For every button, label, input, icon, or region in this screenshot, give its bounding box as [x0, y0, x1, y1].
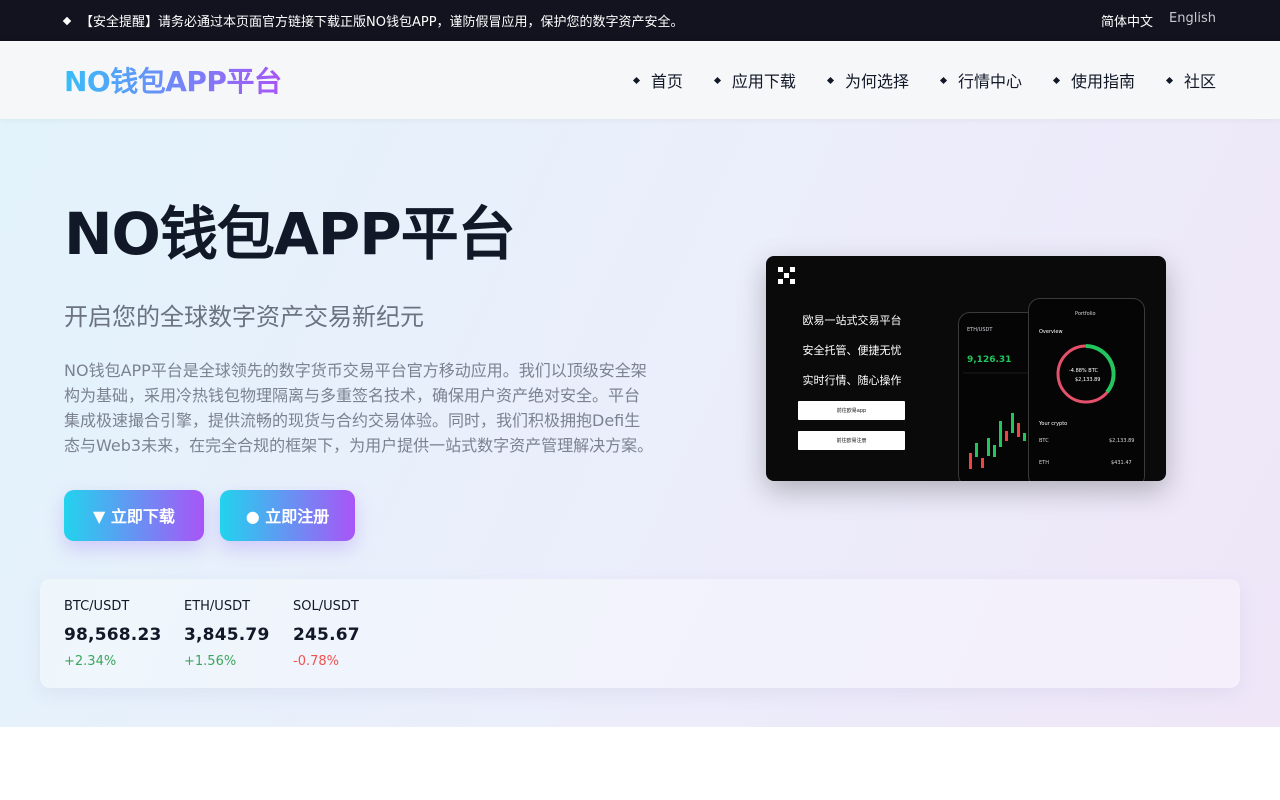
ticker-price: 98,568.23 [64, 625, 162, 645]
promo-register-button: 前往欧易注册 [798, 431, 905, 450]
hero-description: NO钱包APP平台是全球领先的数字货币交易平台官方移动应用。我们以顶级安全架构为… [64, 360, 654, 455]
phone-eth-value: $431.47 [1111, 460, 1132, 466]
diamond-icon [1052, 76, 1061, 84]
app-promo-image: 欧易一站式交易平台 安全托管、便捷无忧 实时行情、随心操作 前往欧易app 前往… [766, 256, 1166, 481]
phone-btc-label: BTC [1039, 438, 1049, 444]
nav-item-label: 行情中心 [957, 72, 1022, 91]
ticker-change: +1.56% [184, 654, 237, 669]
diamond-icon [62, 16, 72, 25]
hero-content: NO钱包APP平台 开启您的全球数字资产交易新纪元 NO钱包APP平台是全球领先… [64, 200, 654, 541]
nav-item-why[interactable]: 为何选择 [826, 68, 909, 92]
market-ticker: BTC/USDT 98,568.23 +2.34% ETH/USDT 3,845… [40, 579, 1240, 688]
hero-actions: ▼ 立即下载 ● 立即注册 [64, 489, 654, 541]
security-notice-text: 【安全提醒】请务必通过本页面官方链接下载正版NO钱包APP，谨防假冒应用，保护您… [80, 15, 684, 30]
phone-total-value: $2,133.89 [1075, 377, 1101, 383]
hero-subtitle: 开启您的全球数字资产交易新纪元 [64, 302, 424, 331]
promo-line: 安全托管、便捷无忧 [802, 344, 902, 357]
ticker-pair: SOL/USDT [293, 599, 359, 614]
ticker-item-sol[interactable]: SOL/USDT 245.67 -0.78% [293, 599, 360, 669]
lang-en-link[interactable]: English [1169, 11, 1216, 30]
phone-eth-label: ETH [1039, 460, 1049, 466]
diamond-icon [939, 76, 947, 84]
nav-item-market[interactable]: 行情中心 [939, 68, 1022, 92]
nav-item-label: 使用指南 [1070, 72, 1135, 91]
site-logo[interactable]: NO钱包APP平台 [64, 60, 282, 100]
hero-title: NO钱包APP平台 [64, 200, 516, 268]
download-button[interactable]: ▼ 立即下载 [64, 489, 204, 541]
nav-item-download[interactable]: 应用下载 [713, 68, 796, 92]
site-header: NO钱包APP平台 首页 应用下载 为何选择 行情中心 使用指南 社区 [0, 41, 1280, 119]
ticker-price: 245.67 [293, 625, 360, 645]
phone-btc-value: $2,133.89 [1109, 438, 1135, 444]
ticker-change: +2.34% [64, 654, 117, 669]
diamond-icon [713, 76, 721, 84]
lang-zh-link[interactable]: 简体中文 [1101, 11, 1153, 30]
security-notice: 【安全提醒】请务必通过本页面官方链接下载正版NO钱包APP，谨防假冒应用，保护您… [62, 11, 684, 30]
nav-item-label: 应用下载 [731, 72, 796, 91]
nav-item-home[interactable]: 首页 [632, 68, 683, 92]
ticker-item-btc[interactable]: BTC/USDT 98,568.23 +2.34% [64, 599, 162, 669]
nav-item-guide[interactable]: 使用指南 [1052, 68, 1135, 92]
candlestick-chart-icon [963, 372, 1035, 469]
ticker-pair: BTC/USDT [64, 599, 130, 614]
diamond-icon [826, 76, 834, 84]
hero-section: NO钱包APP平台 开启您的全球数字资产交易新纪元 NO钱包APP平台是全球领先… [0, 119, 1280, 727]
promo-line: 实时行情、随心操作 [802, 374, 902, 387]
diamond-icon [632, 76, 640, 84]
ticker-pair: ETH/USDT [184, 599, 251, 614]
ticker-price: 3,845.79 [184, 625, 270, 645]
phone-change-pct: -4.88% BTC [1069, 368, 1098, 374]
promo-line: 欧易一站式交易平台 [802, 314, 902, 327]
nav-item-label: 首页 [650, 72, 683, 91]
promo-taglines: 欧易一站式交易平台 安全托管、便捷无忧 实时行情、随心操作 [798, 312, 906, 402]
promo-app-button: 前往欧易app [798, 401, 905, 420]
ticker-item-eth[interactable]: ETH/USDT 3,845.79 +1.56% [184, 599, 270, 669]
main-nav: 首页 应用下载 为何选择 行情中心 使用指南 社区 [632, 68, 1216, 92]
nav-item-community[interactable]: 社区 [1165, 68, 1216, 92]
nav-item-label: 为何选择 [844, 72, 909, 91]
ticker-change: -0.78% [293, 654, 339, 669]
diamond-icon [1165, 76, 1174, 84]
okx-logo-icon [778, 267, 796, 285]
top-notice-bar: 【安全提醒】请务必通过本页面官方链接下载正版NO钱包APP，谨防假冒应用，保护您… [0, 0, 1280, 41]
nav-item-label: 社区 [1183, 72, 1216, 91]
register-button[interactable]: ● 立即注册 [220, 489, 355, 541]
phone-your-crypto: Your crypto [1039, 421, 1068, 427]
portfolio-donut-icon [1056, 344, 1116, 404]
language-switcher: 简体中文 English [1101, 11, 1216, 30]
phone-mockup-portfolio: Portfolio Overview -4.88% BTC $2,133.89 … [1028, 298, 1145, 481]
phone-mockup-chart: ETH/USDT 9,126.31 [958, 312, 1038, 481]
